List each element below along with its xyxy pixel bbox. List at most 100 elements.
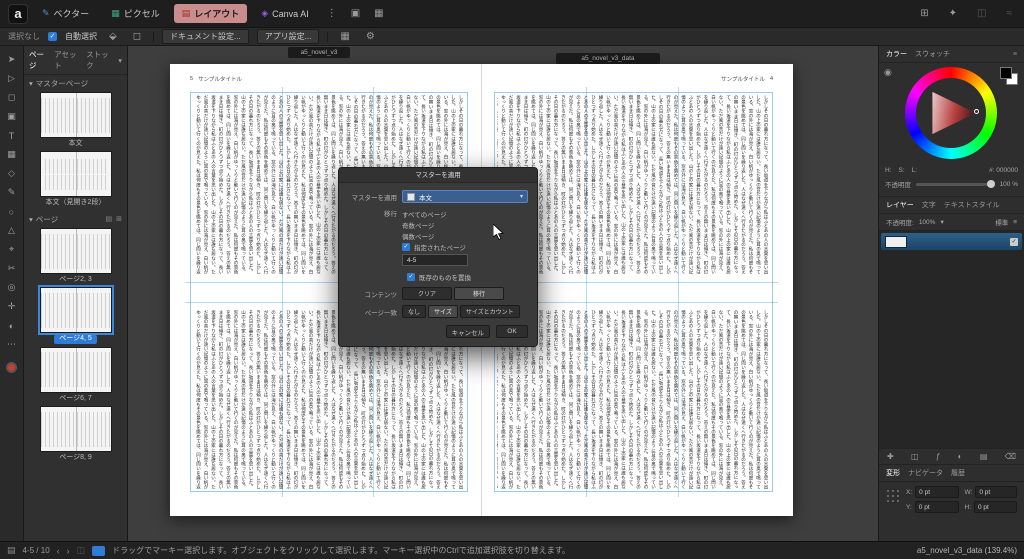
layer-list[interactable]: ✓ — [879, 231, 1024, 449]
page-spread-item-selected[interactable]: ページ4, 5 — [24, 287, 127, 343]
match-size-count-button[interactable]: サイズとカウント — [460, 305, 520, 318]
contrast-tool[interactable]: ◐ — [0, 316, 23, 335]
page-thumbnail[interactable] — [40, 347, 112, 393]
layer-row-selected[interactable]: ✓ — [881, 233, 1022, 250]
match-none-button[interactable]: なし — [402, 305, 426, 318]
page-spread-item[interactable]: ページ6, 7 — [24, 347, 127, 403]
blend-mode-select[interactable]: 標準 — [995, 217, 1008, 227]
grid-icon[interactable]: ▦ — [370, 8, 387, 19]
slider-knob[interactable] — [987, 180, 995, 188]
fill-stroke-swatches[interactable] — [1000, 67, 1018, 85]
opacity-slider[interactable] — [916, 183, 995, 186]
opacity-value[interactable]: 100 % — [1000, 181, 1018, 188]
picture-frame-tool[interactable]: ▣ — [0, 107, 23, 126]
h-input[interactable]: 0 pt — [974, 501, 1017, 513]
eyedropper-icon[interactable]: ◉ — [884, 67, 892, 78]
preview-mode-icon[interactable]: ◫ — [77, 545, 86, 556]
chevron-down-icon[interactable]: ▾ — [940, 218, 943, 226]
zoom-tool[interactable]: ◎ — [0, 278, 23, 297]
master-page-item[interactable]: 本文 — [24, 92, 127, 148]
panel-menu-icon[interactable]: ≡ — [1013, 51, 1017, 58]
panel-menu-icon[interactable]: ≡ — [1013, 219, 1017, 226]
layer-visibility-checkbox[interactable]: ✓ — [1010, 238, 1018, 246]
tab-assets[interactable]: アセット — [54, 49, 81, 71]
page-thumbnail[interactable] — [40, 287, 112, 333]
document-tab[interactable]: a5_novel_v3 — [288, 47, 350, 58]
artistic-text-tool[interactable]: T — [0, 126, 23, 145]
fill-color-swatch[interactable] — [6, 362, 17, 373]
delete-layer-icon[interactable]: ⌫ — [1005, 452, 1016, 461]
page-thumbnail[interactable] — [40, 406, 112, 452]
y-input[interactable]: 0 pt — [915, 501, 959, 513]
auto-select-checkbox[interactable]: ✓ — [48, 32, 57, 41]
page-spread-item[interactable]: ページ8, 9 — [24, 406, 127, 462]
add-layer-icon[interactable]: ✚ — [887, 452, 894, 461]
tab-history[interactable]: 履歴 — [951, 468, 965, 478]
option-specified-pages[interactable]: ✓ 指定されたページ — [402, 241, 468, 252]
color-selector-dot[interactable] — [974, 109, 979, 114]
page-indicator[interactable]: 4-5 / 10 — [23, 546, 50, 555]
polygon-tool[interactable]: △ — [0, 221, 23, 240]
page-thumbnail[interactable] — [40, 228, 112, 274]
tab-text-styles[interactable]: テキストスタイル — [944, 200, 1000, 210]
master-select-dropdown[interactable]: 本文 ▾ — [402, 190, 528, 203]
effects-icon[interactable]: ✦ — [945, 8, 961, 19]
black-swatch[interactable] — [1000, 67, 1012, 79]
next-page-icon[interactable]: › — [67, 546, 70, 556]
arrange-icon[interactable]: ◫ — [973, 8, 990, 19]
fx-icon[interactable]: ƒ — [936, 452, 940, 461]
overflow-menu-icon[interactable]: ⋮ — [323, 8, 341, 19]
tab-character[interactable]: 文字 — [922, 200, 936, 210]
option-odd-pages[interactable]: 奇数ページ — [402, 219, 468, 230]
layer-opacity-value[interactable]: 100% — [919, 219, 936, 226]
tab-pages[interactable]: ページ — [29, 49, 49, 71]
app-settings-button[interactable]: アプリ設定... — [257, 29, 320, 44]
grid-settings-icon[interactable]: ▦ — [336, 31, 353, 42]
more-tools-icon[interactable]: ⋯ — [0, 335, 23, 354]
checkbox-checked-icon[interactable]: ✓ — [402, 243, 410, 251]
scissors-tool[interactable]: ✂ — [0, 259, 23, 278]
master-thumbnail[interactable] — [40, 92, 112, 138]
add-page-icon[interactable]: ⊞ — [116, 215, 122, 223]
ellipse-tool[interactable]: ○ — [0, 202, 23, 221]
anchor-selector[interactable] — [886, 489, 900, 503]
migrate-button[interactable]: 移行 — [454, 287, 504, 300]
move-tool[interactable]: ➤ — [0, 50, 23, 69]
pen-tool[interactable]: ✎ — [0, 183, 23, 202]
persona-canva-ai[interactable]: ◈ Canva AI — [253, 5, 316, 22]
persona-pixel[interactable]: ▦ ピクセル — [103, 4, 168, 23]
mask-layer-icon[interactable]: ◫ — [911, 452, 919, 461]
group-icon[interactable]: ▤ — [980, 452, 988, 461]
page-options-icon[interactable]: ▤ — [106, 215, 113, 223]
color-wheel[interactable] — [905, 67, 997, 159]
table-tool[interactable]: ▦ — [0, 145, 23, 164]
export-icon[interactable]: ⊞ — [916, 8, 932, 19]
document-settings-button[interactable]: ドキュメント設定... — [162, 29, 249, 44]
x-input[interactable]: 0 pt — [915, 486, 958, 498]
replace-existing-checkbox[interactable]: ✓ — [407, 273, 415, 281]
tab-swatches[interactable]: スウォッチ — [915, 49, 950, 59]
node-tool[interactable]: ▷ — [0, 69, 23, 88]
hex-value[interactable]: 000000 — [996, 167, 1018, 174]
layer-select-icon[interactable]: ◻ — [129, 31, 145, 42]
canvas[interactable]: a5_novel_v3 a5_novel_v3_data 5 サンプルタイトル … — [128, 46, 878, 541]
shortcuts-icon[interactable] — [92, 546, 105, 556]
view-tool[interactable]: ✛ — [0, 297, 23, 316]
persona-layout[interactable]: ▤ レイアウト — [174, 4, 248, 23]
master-page-item[interactable]: 本文（見開き2段） — [24, 151, 127, 207]
selection-mode-icon[interactable]: ⬙ — [105, 31, 121, 42]
tab-color[interactable]: カラー — [886, 49, 907, 59]
tab-navigator[interactable]: ナビゲータ — [908, 468, 943, 478]
panel-caret-icon[interactable]: ▾ — [118, 56, 122, 65]
document-tab-active[interactable]: a5_novel_v3_data — [556, 53, 660, 64]
gear-icon[interactable]: ⚙ — [362, 31, 379, 42]
snapshot-icon[interactable]: ▣ — [347, 8, 364, 19]
tab-stock[interactable]: ストック — [86, 49, 113, 71]
cancel-button[interactable]: キャンセル — [446, 325, 491, 338]
prev-page-icon[interactable]: ‹ — [57, 546, 60, 556]
crop-tool[interactable]: ⌖ — [0, 240, 23, 259]
adjustment-icon[interactable]: ◐ — [958, 452, 963, 461]
clear-button[interactable]: クリア — [402, 287, 452, 300]
persona-vector[interactable]: ✎ ベクター — [34, 4, 97, 23]
align-icon[interactable]: ≈ — [1003, 8, 1017, 19]
